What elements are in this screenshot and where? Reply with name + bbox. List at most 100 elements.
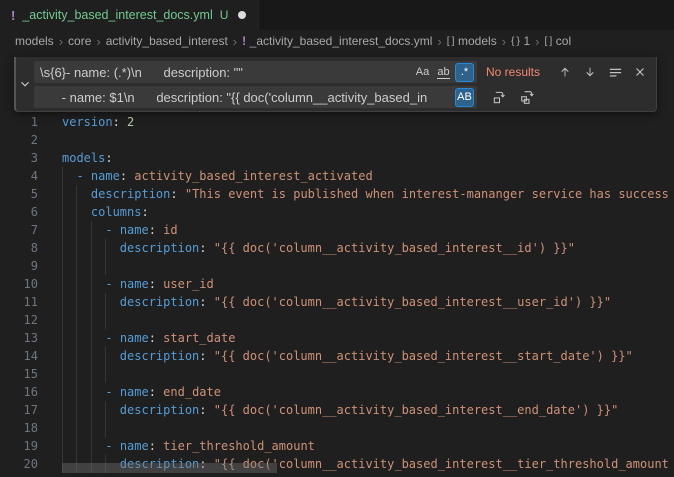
previous-match-arrow-up-icon[interactable] <box>555 62 575 82</box>
indent-guide <box>76 347 77 365</box>
indent-guide <box>76 383 77 401</box>
line-number: 17 <box>0 401 38 419</box>
code-line-18[interactable]: 18 <box>0 419 674 437</box>
code-line-5[interactable]: 5 description: "This event is published … <box>0 185 674 203</box>
code-line-8[interactable]: 8 description: "{{ doc('column__activity… <box>0 239 674 257</box>
next-match-arrow-down-icon[interactable] <box>580 62 600 82</box>
indent-guide <box>91 239 92 257</box>
line-number: 7 <box>0 221 38 239</box>
indent-guide <box>76 293 77 311</box>
find-results-count: No results <box>486 65 554 79</box>
line-number: 8 <box>0 239 38 257</box>
toggle-replace-chevron-icon[interactable] <box>16 57 34 111</box>
indent-guide <box>76 437 77 455</box>
indent-guide <box>62 437 63 455</box>
indent-guide <box>105 347 106 365</box>
breadcrumb-label: activity_based_interest <box>106 34 228 48</box>
git-status-badge: U <box>220 8 229 22</box>
indent-guide <box>91 419 92 437</box>
code-line-3[interactable]: 3models: <box>0 149 674 167</box>
find-replace-widget: \s{6}- name: (.*)\n description: "" Aa a… <box>14 57 657 112</box>
indent-guide <box>91 311 92 329</box>
yaml-warning-icon: ! <box>11 8 15 23</box>
breadcrumb-label: models <box>15 34 54 48</box>
indent-guide <box>76 401 77 419</box>
indent-guide <box>105 419 106 437</box>
breadcrumb-separator-icon: › <box>502 34 506 49</box>
line-number: 20 <box>0 455 38 473</box>
indent-guide <box>76 257 77 275</box>
indent-guide <box>62 401 63 419</box>
breadcrumb-label: models <box>458 34 497 48</box>
close-icon[interactable] <box>630 62 650 82</box>
vscode-window: ! _activity_based_interest_docs.yml U mo… <box>0 0 674 477</box>
preserve-case-toggle[interactable]: AB <box>455 88 474 107</box>
replace-icon[interactable] <box>489 87 509 107</box>
indent-guide <box>62 329 63 347</box>
code-line-15[interactable]: 15 <box>0 365 674 383</box>
code-line-10[interactable]: 10 - name: user_id <box>0 275 674 293</box>
breadcrumb-item[interactable]: !_activity_based_interest_docs.yml <box>242 34 432 48</box>
replace-input[interactable]: - name: $1\n description: "{{ doc('colum… <box>34 86 477 108</box>
code-line-17[interactable]: 17 description: "{{ doc('column__activit… <box>0 401 674 419</box>
find-in-selection-icon[interactable] <box>605 62 625 82</box>
code-line-9[interactable]: 9 <box>0 257 674 275</box>
code-area[interactable]: 1version: 223models:4 - name: activity_b… <box>0 113 674 473</box>
indent-guide <box>76 221 77 239</box>
line-number: 18 <box>0 419 38 437</box>
tab-activity-based-interest-docs[interactable]: ! _activity_based_interest_docs.yml U <box>0 0 259 30</box>
indent-guide <box>91 347 92 365</box>
code-line-2[interactable]: 2 <box>0 131 674 149</box>
indent-guide <box>62 419 63 437</box>
editor[interactable]: 1version: 223models:4 - name: activity_b… <box>0 52 674 477</box>
code-line-13[interactable]: 13 - name: start_date <box>0 329 674 347</box>
indent-guide <box>91 383 92 401</box>
line-number: 6 <box>0 203 38 221</box>
indent-guide <box>91 293 92 311</box>
breadcrumb-item[interactable]: { }1 <box>511 34 530 48</box>
breadcrumb-separator-icon: › <box>96 34 100 49</box>
indent-guide <box>91 437 92 455</box>
indent-guide <box>105 293 106 311</box>
breadcrumb-item[interactable]: core <box>68 34 91 48</box>
replace-all-icon[interactable] <box>517 87 537 107</box>
tab-bar: ! _activity_based_interest_docs.yml U <box>0 0 674 30</box>
line-number: 19 <box>0 437 38 455</box>
find-input[interactable]: \s{6}- name: (.*)\n description: "" Aa a… <box>34 61 477 83</box>
line-number: 4 <box>0 167 38 185</box>
indent-guide <box>76 329 77 347</box>
code-line-16[interactable]: 16 - name: end_date <box>0 383 674 401</box>
indent-guide <box>76 275 77 293</box>
horizontal-scrollbar[interactable] <box>62 463 277 473</box>
code-line-11[interactable]: 11 description: "{{ doc('column__activit… <box>0 293 674 311</box>
indent-guide <box>76 239 77 257</box>
line-number: 9 <box>0 257 38 275</box>
indent-guide <box>76 419 77 437</box>
breadcrumb-item[interactable]: [ ]models <box>447 34 497 48</box>
code-line-6[interactable]: 6 columns: <box>0 203 674 221</box>
indent-guide <box>76 203 77 221</box>
indent-guide <box>91 365 92 383</box>
whole-word-toggle[interactable]: ab <box>434 63 453 82</box>
modified-dot-icon[interactable] <box>238 11 246 19</box>
breadcrumb-separator-icon: › <box>59 34 63 49</box>
line-number: 11 <box>0 293 38 311</box>
breadcrumb-label: core <box>68 34 91 48</box>
code-line-1[interactable]: 1version: 2 <box>0 113 674 131</box>
code-line-12[interactable]: 12 <box>0 311 674 329</box>
code-line-19[interactable]: 19 - name: tier_threshold_amount <box>0 437 674 455</box>
breadcrumb-item[interactable]: models <box>15 34 54 48</box>
line-number: 12 <box>0 311 38 329</box>
indent-guide <box>91 257 92 275</box>
regex-toggle[interactable]: .* <box>455 63 474 82</box>
indent-guide <box>91 275 92 293</box>
breadcrumb-item[interactable]: activity_based_interest <box>106 34 228 48</box>
breadcrumb-separator-icon: › <box>233 34 237 49</box>
breadcrumb-label: _activity_based_interest_docs.yml <box>250 34 433 48</box>
breadcrumb-item[interactable]: [ ]col <box>545 34 572 48</box>
match-case-toggle[interactable]: Aa <box>413 63 432 82</box>
code-line-7[interactable]: 7 - name: id <box>0 221 674 239</box>
indent-guide <box>62 347 63 365</box>
code-line-14[interactable]: 14 description: "{{ doc('column__activit… <box>0 347 674 365</box>
code-line-4[interactable]: 4 - name: activity_based_interest_activa… <box>0 167 674 185</box>
